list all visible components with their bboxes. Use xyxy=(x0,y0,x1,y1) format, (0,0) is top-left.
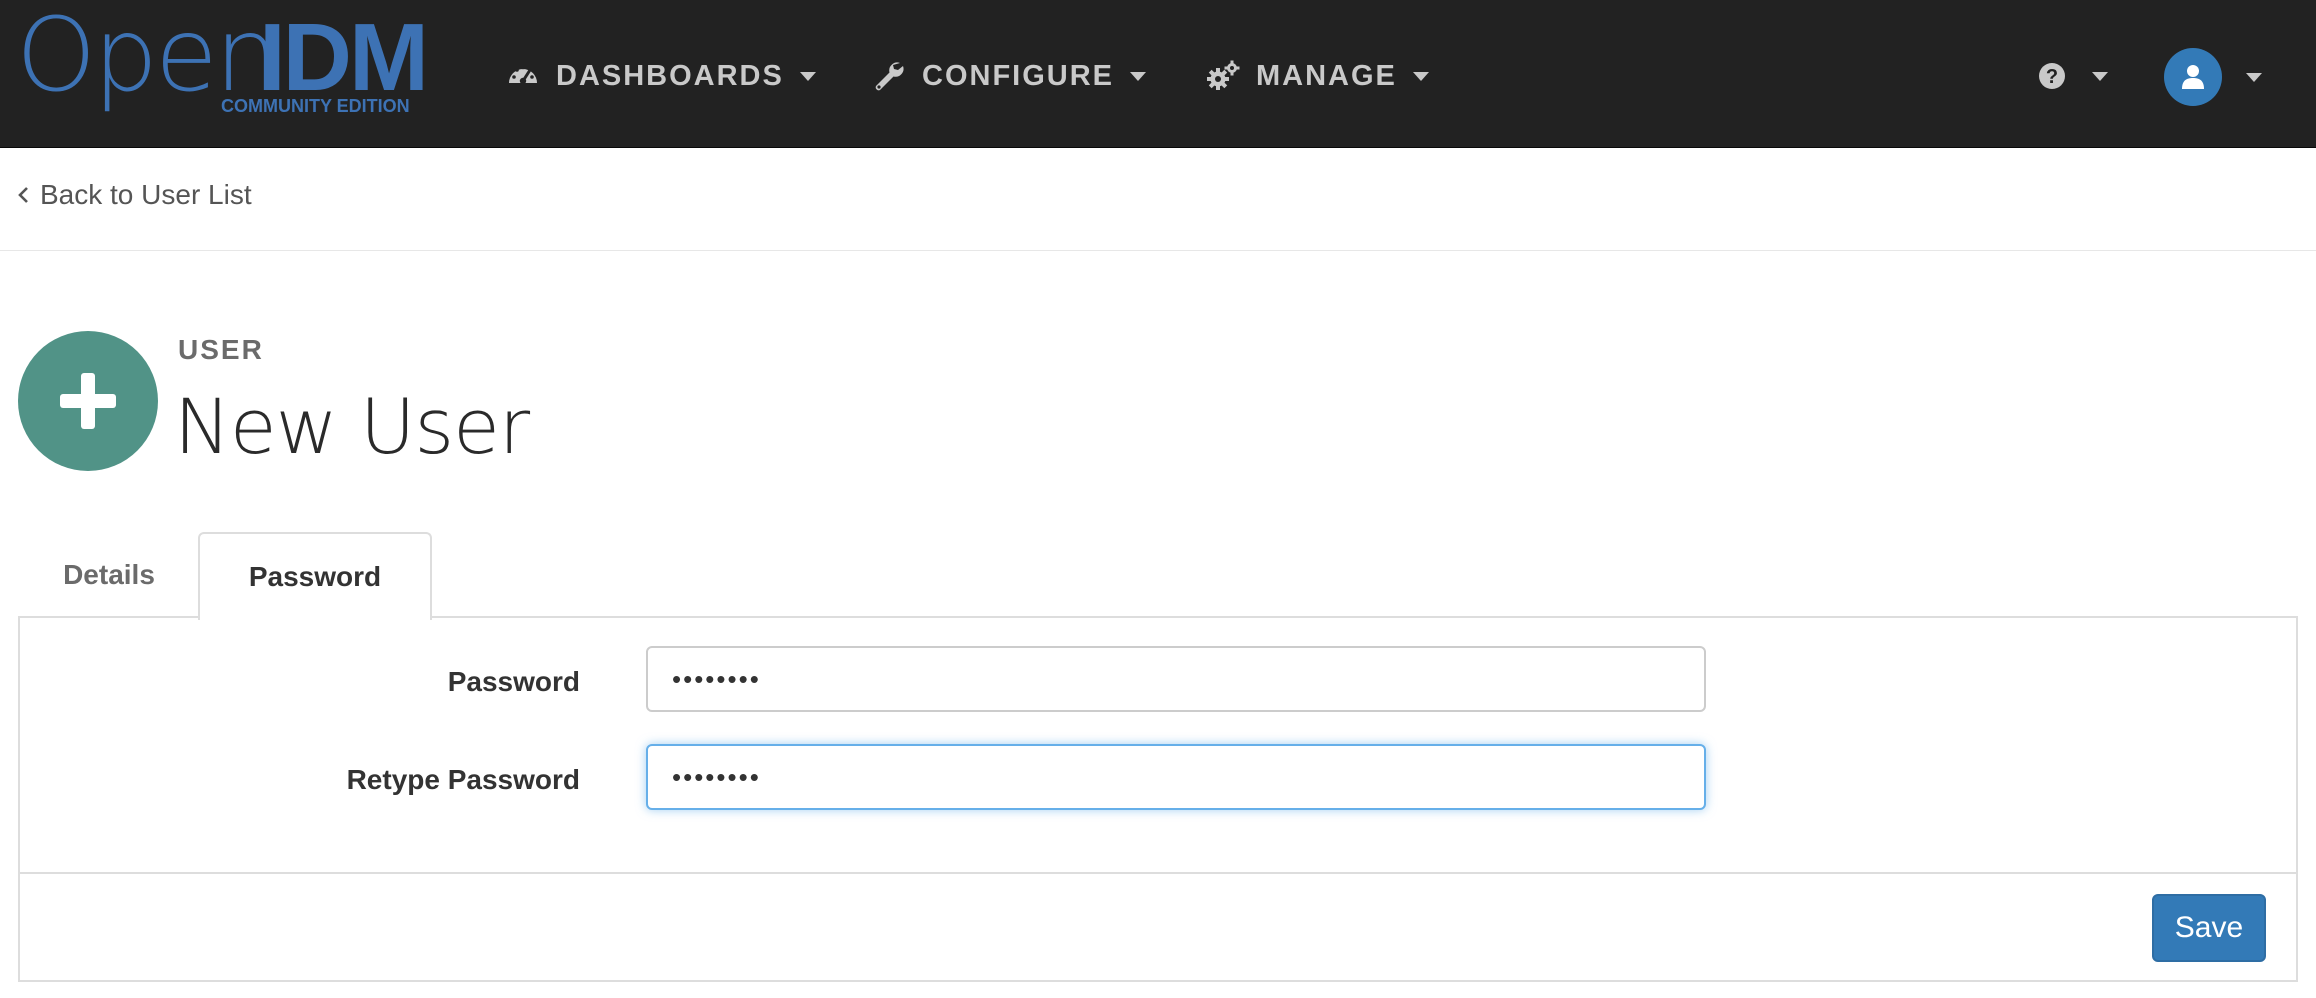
chevron-down-icon xyxy=(2246,72,2262,82)
back-to-user-list-link[interactable]: Back to User List xyxy=(16,179,252,211)
nav-configure-label: CONFIGURE xyxy=(922,59,1114,92)
user-menu[interactable] xyxy=(2164,48,2262,106)
tab-password[interactable]: Password xyxy=(198,532,432,620)
password-panel: Password Retype Password Save xyxy=(18,616,2298,982)
svg-text:?: ? xyxy=(2046,66,2058,88)
nav-manage-label: MANAGE xyxy=(1256,59,1397,92)
user-icon xyxy=(2181,64,2205,90)
openidm-logo-graphic: Open IDM COMMUNITY EDITION xyxy=(16,6,429,116)
user-tabs: Details Password xyxy=(18,532,2298,620)
nav-manage[interactable]: MANAGE xyxy=(1206,48,1429,104)
openidm-logo[interactable]: Open IDM COMMUNITY EDITION xyxy=(16,6,446,124)
question-circle-icon: ? xyxy=(2038,62,2066,90)
page-eyebrow: USER xyxy=(178,334,264,365)
nav-dashboards-label: DASHBOARDS xyxy=(556,59,784,92)
save-button[interactable]: Save xyxy=(2152,894,2266,962)
panel-footer: Save xyxy=(20,872,2296,980)
chevron-down-icon xyxy=(2092,71,2108,81)
dashboard-icon xyxy=(506,59,540,93)
chevron-down-icon xyxy=(1130,71,1146,81)
avatar xyxy=(2164,48,2222,106)
retype-password-label: Retype Password xyxy=(346,764,580,795)
new-user-header-icon xyxy=(18,331,158,471)
chevron-down-icon xyxy=(799,71,816,81)
page-title: New User xyxy=(174,382,530,471)
tab-details[interactable]: Details xyxy=(30,532,188,618)
chevron-down-icon xyxy=(1412,71,1429,81)
retype-password-input[interactable] xyxy=(646,744,1706,810)
wrench-icon xyxy=(872,59,906,93)
top-navbar: Open IDM COMMUNITY EDITION DASHBOARDS CO… xyxy=(0,0,2316,148)
help-menu[interactable]: ? xyxy=(2038,48,2108,104)
plus-icon xyxy=(58,371,118,431)
back-link-label: Back to User List xyxy=(40,179,252,210)
password-label: Password xyxy=(447,666,580,697)
logo-edition-text: COMMUNITY EDITION xyxy=(221,96,410,116)
password-input[interactable] xyxy=(646,646,1706,712)
back-bar: Back to User List xyxy=(0,149,2316,251)
nav-configure[interactable]: CONFIGURE xyxy=(872,48,1146,104)
gears-icon xyxy=(1206,59,1240,93)
nav-dashboards[interactable]: DASHBOARDS xyxy=(506,48,816,104)
chevron-left-icon xyxy=(16,184,30,206)
